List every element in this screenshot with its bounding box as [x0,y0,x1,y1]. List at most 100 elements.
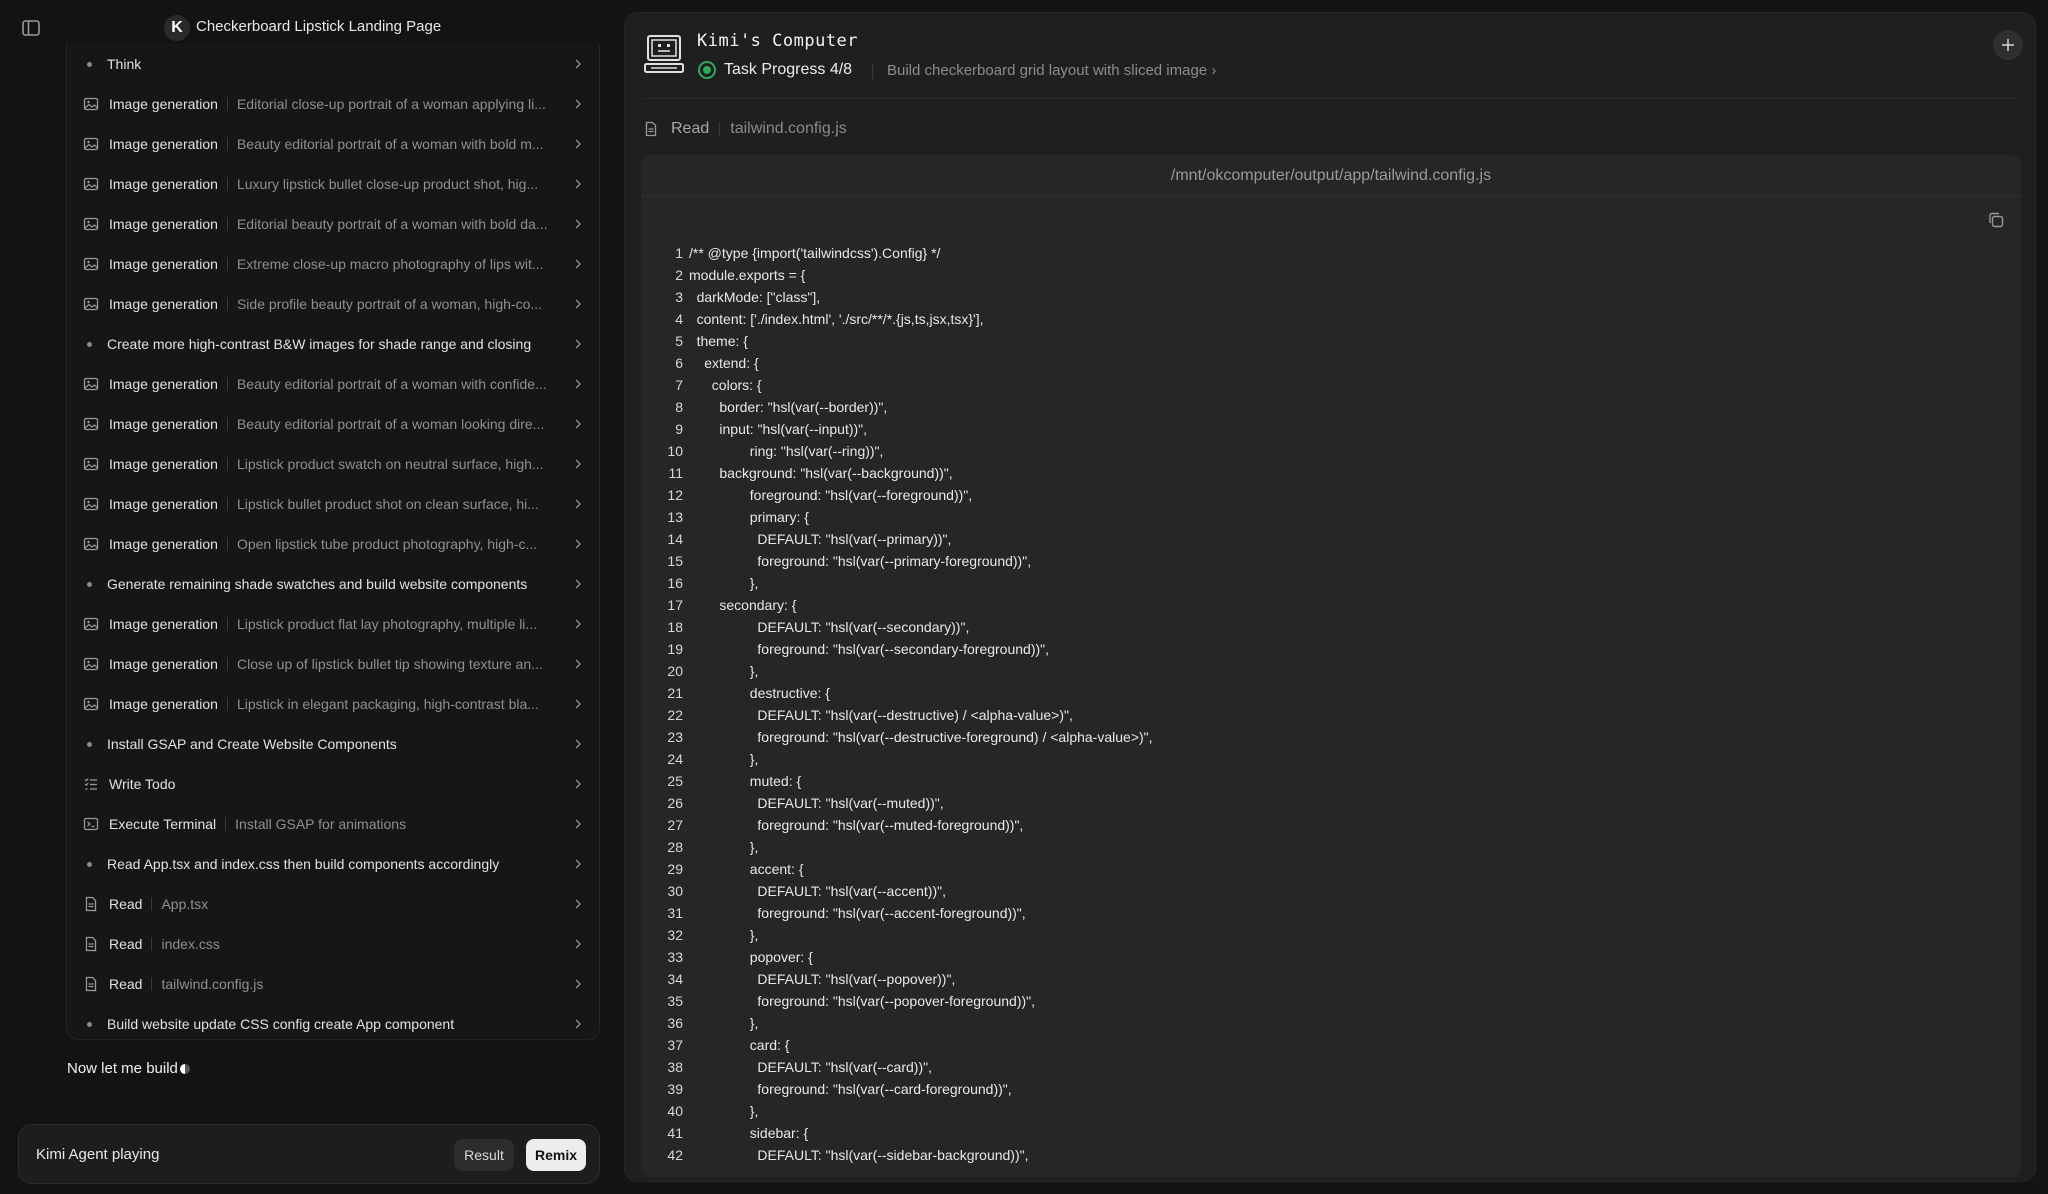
divider [226,377,228,391]
step-item[interactable]: Image generation Beauty editorial portrai… [67,364,601,404]
step-item[interactable]: Install GSAP and Create Website Componen… [67,724,601,764]
step-item[interactable]: Image generation Editorial beauty portrai… [67,204,601,244]
step-label: Image generation [109,256,218,272]
code-text: popover: { [749,949,813,965]
code-text: input: "hsl(var(--input))", [719,421,868,437]
line-number: 2 [675,267,683,283]
chevron-right-icon [571,137,585,151]
step-item[interactable]: Image generation Luxury lipstick bullet c… [67,164,601,204]
divider [151,937,153,951]
step-description: Editorial close-up portrait of a woman a… [236,96,546,112]
code-text: DEFAULT: "hsl(var(--destructive) / <alph… [757,707,1073,723]
bullet-icon [87,1021,92,1027]
chevron-right-icon [571,1017,585,1031]
step-label: Think [107,56,142,72]
chevron-right-icon [571,817,585,831]
image-icon [83,136,99,152]
step-item[interactable]: Think [67,44,601,84]
agent-status-text: Kimi Agent playing [36,1146,160,1163]
step-item[interactable]: Image generation Lipstick product swatch … [67,444,601,484]
line-number: 17 [667,597,683,613]
line-number: 41 [667,1125,683,1141]
step-item[interactable]: Build website update CSS config create A… [67,1004,601,1044]
plus-icon [2002,39,2014,51]
step-item[interactable]: Execute Terminal Install GSAP for animati… [67,804,601,844]
code-text: sidebar: { [749,1125,809,1141]
step-item[interactable]: Image generation Extreme close-up macro p… [67,244,601,284]
agent-status-bar: Kimi Agent playing Result Remix [18,1124,600,1184]
result-button[interactable]: Result [454,1139,514,1171]
step-item[interactable]: Image generation Side profile beauty port… [67,284,601,324]
step-description: Beauty editorial portrait of a woman wit… [236,136,544,152]
code-text: }, [749,575,759,591]
divider [226,297,228,311]
step-label: Create more high-contrast B&W images for… [107,336,532,352]
line-number: 28 [667,839,683,855]
chat-title[interactable]: Checkerboard Lipstick Landing Page [196,18,441,35]
divider [226,657,228,671]
chevron-right-icon [571,217,585,231]
step-item[interactable]: Read App.tsx and index.css then build co… [67,844,601,884]
bullet-icon [87,861,92,867]
step-label: Write Todo [109,776,176,792]
add-button[interactable] [1993,30,2023,60]
step-item[interactable]: Image generation Editorial close-up portr… [67,84,601,124]
copy-icon[interactable] [1987,211,2005,229]
line-number: 14 [667,531,683,547]
line-number: 5 [675,333,683,349]
code-text: darkMode: ["class"], [696,289,821,305]
divider [226,97,228,111]
chevron-right-icon [571,457,585,471]
line-number: 9 [675,421,683,437]
code-text: background: "hsl(var(--background))", [719,465,953,481]
line-number: 26 [667,795,683,811]
task-progress[interactable]: Task Progress 4/8 [724,61,852,79]
line-number: 29 [667,861,683,877]
step-description: Lipstick product flat lay photography, m… [236,616,538,632]
line-number: 12 [667,487,683,503]
step-item[interactable]: Image generation Lipstick bullet product … [67,484,601,524]
code-text: DEFAULT: "hsl(var(--popover))", [757,971,956,987]
code-text: foreground: "hsl(var(--primary-foregroun… [757,553,1032,569]
step-label: Image generation [109,216,218,232]
step-item[interactable]: Image generation Beauty editorial portrai… [67,404,601,444]
step-description: Install GSAP for animations [235,816,407,832]
code-text: foreground: "hsl(var(--secondary-foregro… [757,641,1050,657]
remix-button[interactable]: Remix [526,1139,586,1171]
step-description: Extreme close-up macro photography of li… [236,256,544,272]
chevron-right-icon [571,697,585,711]
step-item[interactable]: Write Todo [67,764,601,804]
chevron-right-icon [571,777,585,791]
step-item[interactable]: Generate remaining shade swatches and bu… [67,564,601,604]
step-item[interactable]: Read tailwind.config.js [67,964,601,1004]
chevron-right-icon [571,977,585,991]
step-item[interactable]: Image generation Lipstick in elegant pack… [67,684,601,724]
line-number: 20 [667,663,683,679]
current-task-link[interactable]: Build checkerboard grid layout with slic… [887,62,1216,79]
line-number: 6 [675,355,683,371]
line-number: 13 [667,509,683,525]
file-icon [83,896,99,912]
image-icon [83,496,99,512]
step-item[interactable]: Image generation Lipstick product flat la… [67,604,601,644]
step-item[interactable]: Image generation Close up of lipstick bul… [67,644,601,684]
code-text: foreground: "hsl(var(--popover-foregroun… [757,993,1036,1009]
step-label: Install GSAP and Create Website Componen… [107,736,397,752]
file-icon [83,976,99,992]
divider [226,177,228,191]
step-item[interactable]: Read App.tsx [67,884,601,924]
image-icon [83,456,99,472]
step-item[interactable]: Image generation Beauty editorial portrai… [67,124,601,164]
step-item[interactable]: Read index.css [67,924,601,964]
step-item[interactable]: Create more high-contrast B&W images for… [67,324,601,364]
bullet-icon [87,741,92,747]
code-text: }, [749,663,759,679]
step-label: Image generation [109,96,218,112]
line-number: 16 [667,575,683,591]
step-item[interactable]: Image generation Open lipstick tube produ… [67,524,601,564]
sidebar-toggle-icon[interactable] [20,17,42,39]
code-text: primary: { [749,509,809,525]
step-label: Image generation [109,496,218,512]
line-number: 18 [667,619,683,635]
step-description: Beauty editorial portrait of a woman loo… [236,416,545,432]
